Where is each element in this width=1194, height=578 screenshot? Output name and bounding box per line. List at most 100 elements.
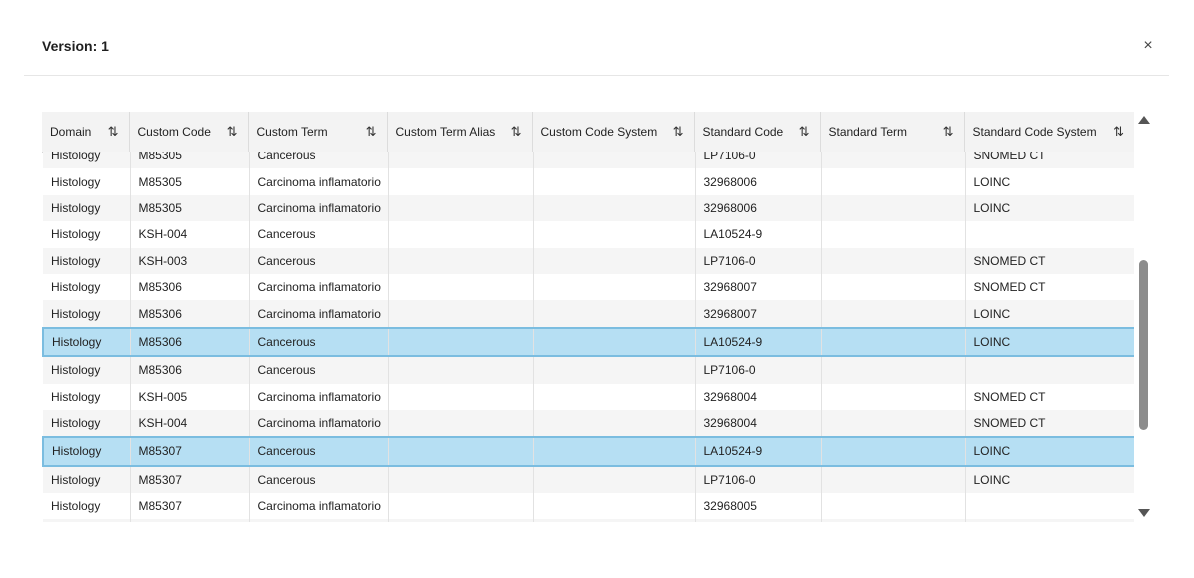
table-cell: SNOMED CT [965, 409, 1134, 438]
table-cell: 32968006 [695, 194, 822, 222]
modal-header: Version: 1 × [0, 0, 1194, 76]
column-header[interactable]: Custom Term ⇅ [248, 112, 388, 153]
table-cell [388, 326, 534, 358]
table-cell: SNOMED CT [965, 273, 1134, 301]
table-cell: M85305 [130, 194, 250, 222]
table-cell [821, 168, 966, 195]
table-cell: Carcinoma inflamatorio [249, 493, 389, 520]
table-cell: 32968004 [695, 383, 822, 410]
table-cell [388, 356, 534, 384]
table-cell [533, 300, 696, 328]
column-header[interactable]: Custom Code System ⇅ [532, 112, 695, 153]
sort-icon[interactable]: ⇅ [673, 124, 684, 140]
table-cell: Carcinoma inflamatorio [249, 273, 389, 301]
table-cell [533, 273, 696, 301]
column-header[interactable]: Custom Term Alias ⇅ [387, 112, 533, 153]
table-cell: M85307 [130, 493, 250, 520]
table-row[interactable]: Histology M85306 Cancerous LP7106-0 [43, 356, 1134, 384]
table-row[interactable]: Histology M85307 Cancerous LA10524-9 LOINC [42, 436, 1134, 467]
table-row[interactable]: Histology M85305 Carcinoma inflamatorio 329… [43, 194, 1134, 222]
table-cell: Histology [43, 168, 131, 195]
table-cell: M85306 [130, 273, 250, 301]
table-cell: LOINC [965, 436, 1134, 467]
table-row[interactable]: Histology KSH-004 Carcinoma inflamatorio 32… [43, 409, 1134, 438]
table-cell: M85306 [130, 326, 250, 358]
scroll-thumb[interactable] [1139, 260, 1148, 430]
table-row[interactable]: Histology KSH-005 Carcinoma inflamatorio 32… [43, 383, 1134, 410]
table-cell: Carcinoma inflamatorio [249, 383, 389, 410]
table-row[interactable]: Histology M85305 Carcinoma inflamatorio 329… [43, 168, 1134, 195]
table-cell [821, 409, 966, 438]
table-row[interactable]: Histology M85306 Cancerous LA10524-9 LOINC [42, 326, 1134, 358]
table-cell: Histology [43, 465, 131, 494]
table-cell [533, 194, 696, 222]
table-cell [388, 493, 534, 520]
table-cell [388, 436, 534, 467]
table-cell [821, 273, 966, 301]
table-cell [965, 221, 1134, 248]
column-header-label: Standard Term [828, 125, 908, 139]
column-header[interactable]: Domain ⇅ [42, 112, 130, 153]
header-divider [24, 75, 1169, 76]
sort-icon[interactable]: ⇅ [943, 124, 954, 140]
table-cell: M85307 [130, 519, 250, 522]
table-cell: Cancerous [249, 436, 389, 467]
close-icon[interactable]: × [1138, 36, 1158, 56]
table-cell: LA10524-9 [695, 436, 822, 467]
sort-icon[interactable]: ⇅ [1113, 124, 1124, 140]
table-cell: 32968005 [695, 493, 822, 520]
table-scrollbar[interactable] [1136, 112, 1152, 522]
table-row[interactable]: HistologyM85307Carcinoma inflamatorio 329… [43, 519, 1134, 522]
table-cell: Histology [43, 152, 131, 169]
table-cell [533, 168, 696, 195]
table-cell [388, 247, 534, 274]
table-cell [533, 247, 696, 274]
table-cell [821, 436, 966, 467]
sort-icon[interactable]: ⇅ [511, 124, 522, 140]
column-header[interactable]: Custom Code ⇅ [129, 112, 249, 153]
table-row[interactable]: Histology M85306 Carcinoma inflamatorio 329… [43, 300, 1134, 328]
table-cell: Cancerous [249, 152, 389, 169]
table-cell: Cancerous [249, 326, 389, 358]
sort-icon[interactable]: ⇅ [227, 124, 238, 140]
sort-icon[interactable]: ⇅ [799, 124, 810, 140]
sort-icon[interactable]: ⇅ [108, 124, 119, 140]
table-cell [821, 465, 966, 494]
table-cell: Histology [43, 493, 131, 520]
column-header[interactable]: Standard Code ⇅ [694, 112, 821, 153]
column-header-label: Custom Term Alias [395, 125, 496, 139]
table-cell [965, 493, 1134, 520]
table-cell: M85307 [130, 436, 250, 467]
table-cell [533, 221, 696, 248]
table-row[interactable]: Histology KSH-003 Cancerous LP7106-0 SNOMED … [43, 247, 1134, 274]
table-cell [533, 152, 696, 169]
table-cell: LP7106-0 [695, 152, 822, 169]
table-row[interactable]: Histology KSH-004 Cancerous LA10524-9 [43, 221, 1134, 248]
table-cell: KSH-004 [130, 409, 250, 438]
table-row[interactable]: Histology M85305 Cancerous LP7106-0 SNOMED C… [43, 152, 1134, 169]
table-cell: LA10524-9 [695, 221, 822, 248]
table-cell [965, 356, 1134, 384]
table-cell: LOINC [965, 194, 1134, 222]
mapping-table-body: Histology M85305 Cancerous LP7106-0 SNOMED C… [42, 152, 1134, 522]
table-cell: Histology [43, 247, 131, 274]
column-header[interactable]: Standard Term ⇅ [820, 112, 965, 153]
table-row[interactable]: HistologyM85307Carcinoma inflamatorio 329… [43, 493, 1134, 520]
table-cell [388, 409, 534, 438]
table-cell: Carcinoma inflamatorio [249, 409, 389, 438]
scroll-up-arrow-icon[interactable] [1138, 116, 1150, 124]
table-cell [388, 519, 534, 522]
table-cell: LOINC [965, 300, 1134, 328]
table-cell [388, 194, 534, 222]
scroll-down-arrow-icon[interactable] [1138, 509, 1150, 517]
sort-icon[interactable]: ⇅ [366, 124, 377, 140]
table-cell: Carcinoma inflamatorio [249, 519, 389, 522]
table-row[interactable]: Histology M85307 Cancerous LP7106-0 LOINC [43, 465, 1134, 494]
table-cell [533, 356, 696, 384]
table-cell: KSH-004 [130, 221, 250, 248]
column-header[interactable]: Standard Code System ⇅ [964, 112, 1134, 153]
table-cell: 32968004 [695, 409, 822, 438]
table-cell: 32968005 [695, 519, 822, 522]
column-header-label: Custom Code System [540, 125, 658, 139]
table-row[interactable]: Histology M85306 Carcinoma inflamatorio 329… [43, 273, 1134, 301]
